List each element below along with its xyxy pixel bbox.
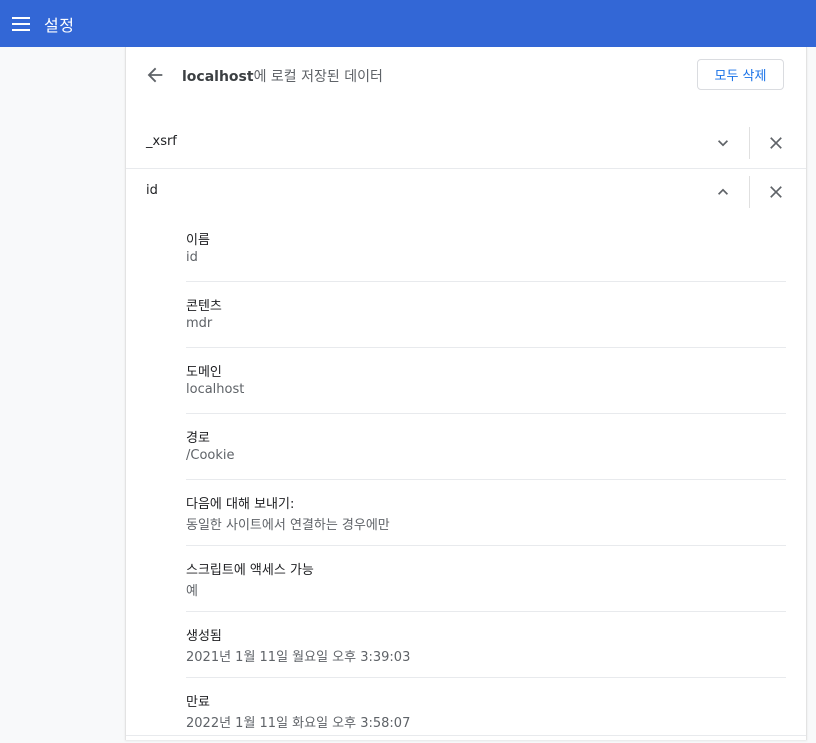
cookie-name: _xsrf [146,134,177,149]
detail-path: 경로 /Cookie [186,414,786,480]
site-name: localhost [182,69,254,85]
detail-name: 이름 id [186,216,786,282]
close-icon[interactable] [766,182,786,202]
detail-send-for: 다음에 대해 보내기: 동일한 사이트에서 연결하는 경우에만 [186,480,786,546]
detail-value: 2021년 1월 11일 월요일 오후 3:39:03 [186,650,411,665]
cookie-row-id[interactable]: id [126,168,806,216]
detail-label: 콘텐츠 [186,299,222,314]
detail-expires: 만료 2022년 1월 11일 화요일 오후 3:58:07 [186,678,786,743]
detail-domain: 도메인 localhost [186,348,786,414]
detail-label: 생성됨 [186,629,222,644]
detail-label: 다음에 대해 보내기: [186,497,295,512]
detail-label: 도메인 [186,365,222,380]
divider [126,735,806,736]
close-icon[interactable] [766,133,786,153]
detail-label: 만료 [186,695,210,710]
detail-value: 2022년 1월 11일 화요일 오후 3:58:07 [186,716,411,731]
top-toolbar: 설정 [0,0,816,47]
detail-value: localhost [186,382,245,397]
detail-value: id [186,250,198,265]
remove-all-button[interactable]: 모두 삭제 [697,59,784,90]
divider [749,176,750,208]
detail-value: /Cookie [186,448,235,463]
hamburger-menu-icon[interactable] [9,12,33,36]
detail-label: 이름 [186,233,210,248]
cookie-details: 이름 id 콘텐츠 mdr 도메인 localhost 경로 /Cookie 다… [186,216,786,743]
detail-value: 동일한 사이트에서 연결하는 경우에만 [186,518,390,533]
back-arrow-icon[interactable] [144,64,166,86]
detail-content: 콘텐츠 mdr [186,282,786,348]
subpage-header: localhost에 로컬 저장된 데이터 모두 삭제 [126,47,806,105]
chevron-down-icon[interactable] [713,133,733,153]
app-title: 설정 [44,15,75,35]
subpage-title: localhost에 로컬 저장된 데이터 [182,66,383,86]
cookie-row-xsrf[interactable]: _xsrf [126,119,806,167]
detail-script-access: 스크립트에 액세스 가능 예 [186,546,786,612]
site-data-panel: localhost에 로컬 저장된 데이터 모두 삭제 _xsrf id 이름 … [125,47,807,740]
chevron-up-icon[interactable] [713,182,733,202]
detail-label: 경로 [186,431,210,446]
subpage-title-suffix: 에 로컬 저장된 데이터 [253,69,383,85]
detail-value: 예 [186,584,198,599]
divider [749,127,750,159]
detail-label: 스크립트에 액세스 가능 [186,563,314,578]
cookie-name: id [146,183,158,198]
detail-created: 생성됨 2021년 1월 11일 월요일 오후 3:39:03 [186,612,786,678]
detail-value: mdr [186,316,213,331]
